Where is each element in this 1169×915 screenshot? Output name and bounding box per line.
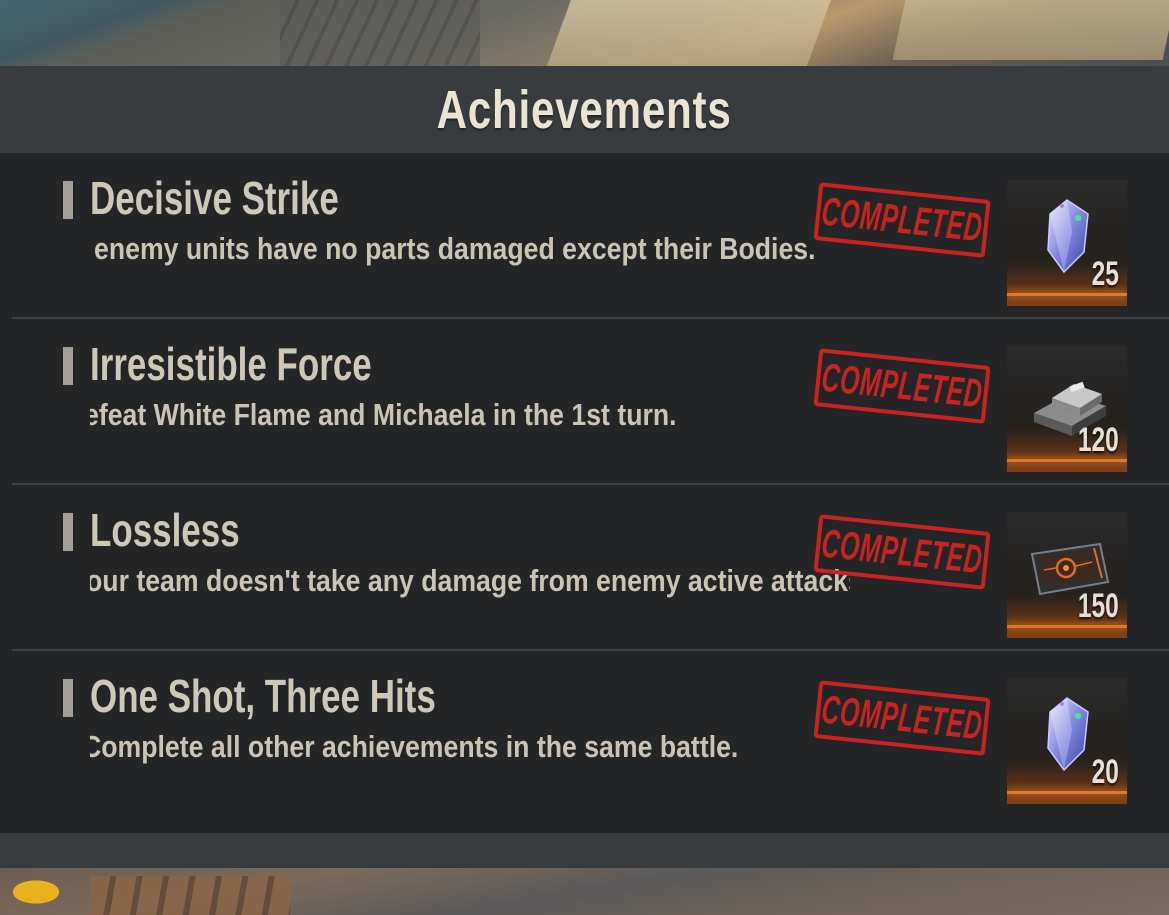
reward-quantity: 120 [1078, 421, 1119, 459]
row-marker [63, 181, 73, 219]
panel-footer [0, 833, 1169, 868]
page-title: Achievements [437, 79, 732, 140]
achievement-description: Complete all other achievements in the s… [90, 729, 739, 764]
achievement-title: Irresistible Force [90, 338, 372, 390]
achievement-row[interactable]: Decisive Strike enemy units have no part… [0, 153, 1169, 319]
reward-quantity: 25 [1091, 255, 1119, 293]
row-marker [63, 513, 73, 551]
achievement-title: Lossless [90, 504, 240, 556]
reward-quantity: 20 [1091, 753, 1119, 791]
achievement-title: Decisive Strike [90, 172, 339, 224]
row-marker [63, 347, 73, 385]
achievement-title: One Shot, Three Hits [90, 670, 436, 722]
reward-slot[interactable]: 25 [1007, 180, 1127, 306]
achievement-list[interactable]: Decisive Strike enemy units have no part… [0, 153, 1169, 833]
achievement-description: efeat White Flame and Michaela in the 1s… [90, 397, 677, 432]
reward-quantity: 150 [1078, 587, 1119, 625]
achievement-row[interactable]: One Shot, Three Hits Complete all other … [0, 651, 1169, 817]
reward-slot[interactable]: 150 [1007, 512, 1127, 638]
game-map-background-top [0, 0, 1169, 66]
achievements-panel: Achievements Decisive Strike enemy units… [0, 66, 1169, 868]
achievement-description: enemy units have no parts damaged except… [94, 231, 816, 266]
game-map-background-bottom [0, 868, 1169, 915]
reward-slot[interactable]: 20 [1007, 678, 1127, 804]
achievement-description: our team doesn't take any damage from en… [90, 563, 850, 598]
achievement-row[interactable]: Lossless our team doesn't take any damag… [0, 485, 1169, 651]
reward-slot[interactable]: 120 [1007, 346, 1127, 472]
panel-header: Achievements [0, 66, 1169, 153]
achievement-row[interactable]: Irresistible Force efeat White Flame and… [0, 319, 1169, 485]
row-marker [63, 679, 73, 717]
